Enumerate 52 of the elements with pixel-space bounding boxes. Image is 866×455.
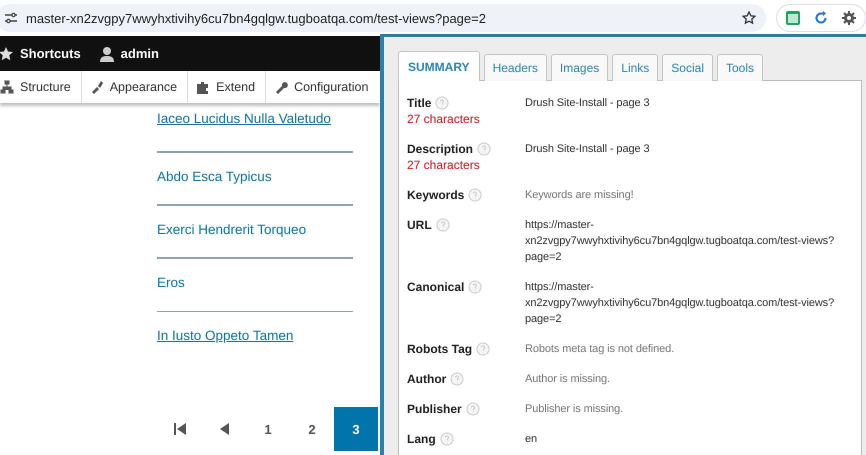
content-link[interactable]: In Iusto Oppeto Tamen	[157, 328, 294, 343]
menu-link[interactable]: Structure	[20, 80, 71, 94]
character-count: 27 characters	[407, 111, 481, 127]
field-value: Publisher is missing.	[525, 402, 624, 417]
content-link[interactable]: Abdo Esca Typicus	[157, 169, 272, 184]
site-settings-icon[interactable]	[4, 12, 18, 24]
field-value: https://master- xn2zvgpy7wwyhxtivihy6cu7bn4gqlgw.tugboatqa.com/test-views? page=2	[525, 218, 834, 265]
star-icon[interactable]	[0, 46, 14, 62]
field-value: en	[525, 432, 538, 447]
field-label: Lang	[407, 431, 436, 447]
menu-link[interactable]: Appearance	[110, 80, 178, 94]
content-link[interactable]: Exerci Hendrerit Torqueo	[157, 222, 306, 237]
person-icon[interactable]	[98, 46, 115, 62]
puzzle-icon[interactable]	[196, 80, 210, 94]
content-link[interactable]: Eros	[157, 275, 185, 290]
page-button[interactable]: 1	[246, 407, 290, 451]
menu-link[interactable]: Configuration	[294, 80, 368, 94]
content-link[interactable]: Iaceo Lucidus Nulla Valetudo	[157, 111, 331, 126]
field-label: URL	[407, 217, 432, 233]
toolbar-link[interactable]: admin	[120, 46, 159, 61]
tab[interactable]: SUMMARY	[398, 51, 480, 81]
field-value: Keywords are missing!	[525, 188, 634, 203]
field-value: https://master- xn2zvgpy7wwyhxtivihy6cu7bn4gqlgw.tugboatqa.com/test-views? page=2	[525, 280, 834, 327]
field-label: Publisher	[407, 401, 462, 417]
first-page-icon[interactable]	[173, 422, 187, 436]
field-label: Keywords	[407, 187, 464, 203]
tab[interactable]: Links	[612, 54, 658, 81]
menu-link[interactable]: Extend	[216, 80, 256, 94]
settings-icon[interactable]	[841, 10, 857, 26]
page-button[interactable]: 2	[290, 407, 334, 451]
star-icon[interactable]	[742, 11, 756, 25]
toolbar-link[interactable]: Shortcuts	[20, 46, 81, 61]
field-value: Author is missing.	[525, 372, 610, 387]
sitemap-icon[interactable]	[0, 80, 14, 94]
field-label: Description	[407, 141, 474, 157]
field-value: Drush Site-Install - page 3	[525, 142, 650, 157]
field-value: Drush Site-Install - page 3	[525, 96, 650, 111]
field-label: Canonical	[407, 279, 464, 295]
field-label: Title	[407, 95, 432, 111]
tab[interactable]: Social	[662, 54, 713, 81]
field-value: Robots meta tag is not defined.	[525, 342, 674, 357]
extension-icon[interactable]	[785, 10, 801, 26]
address-bar[interactable]: master-xn2zvgpy7wwyhxtivihy6cu7bn4gqlgw.tugboatqa.com/test-views?page=2	[0, 4, 766, 32]
previous-page-icon[interactable]	[218, 422, 230, 436]
field-label: Author	[407, 371, 446, 387]
character-count: 27 characters	[407, 157, 481, 173]
refresh-icon[interactable]	[813, 10, 829, 26]
tab[interactable]: Images	[550, 54, 608, 81]
page-button[interactable]: 3	[334, 407, 378, 451]
field-label: Robots Tag	[407, 341, 472, 357]
tab[interactable]: Headers	[484, 54, 547, 81]
tab[interactable]: Tools	[716, 54, 763, 81]
